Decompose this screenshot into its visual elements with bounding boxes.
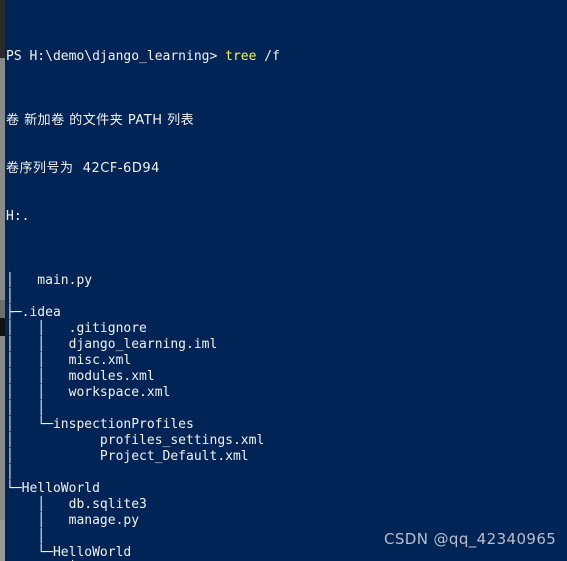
tree-line: │ │ .gitignore [6,321,147,336]
volume-path-header: 卷 新加卷 的文件夹 PATH 列表 [6,113,195,128]
tree-line: │ db.sqlite3 [6,497,147,512]
tree-line: ├─.idea [6,305,61,320]
tree-line: │ main.py [6,273,93,288]
tree-line: │ [6,289,14,304]
tree-line: │ profiles_settings.xml [6,433,265,448]
csdn-watermark: CSDN @qq_42340965 [384,530,557,548]
tree-line: │ Project_Default.xml [6,449,249,464]
tree-line: └─HelloWorld [6,481,100,496]
volume-serial-number: 卷序列号为 42CF-6D94 [6,161,160,176]
prompt-line: PS H:\demo\django_learning> tree /f [6,49,567,65]
tree-line: │ │ misc.xml [6,353,132,368]
tree-line: │ [6,465,14,480]
terminal-scrollbar[interactable] [0,0,5,561]
directory-tree: │ main.py │ ├─.idea │ │ .gitignore │ │ djang… [6,273,567,561]
shell-prompt: PS H:\demo\django_learning> [6,49,226,64]
tree-line: │ │ django_learning.iml [6,337,218,352]
powershell-terminal-window[interactable]: PS H:\demo\django_learning> tree /f 卷 新加… [0,0,567,561]
tree-line: │ │ workspace.xml [6,385,171,400]
tree-line: │ │ [6,401,46,416]
drive-root-label: H:. [6,209,30,224]
command-arguments: /f [256,49,280,64]
command-name: tree [225,49,257,64]
tree-line: │ └─inspectionProfiles [6,417,194,432]
tree-line: │ │ modules.xml [6,369,155,384]
terminal-output-area[interactable]: PS H:\demo\django_learning> tree /f 卷 新加… [6,1,567,561]
tree-line: │ manage.py [6,513,140,528]
